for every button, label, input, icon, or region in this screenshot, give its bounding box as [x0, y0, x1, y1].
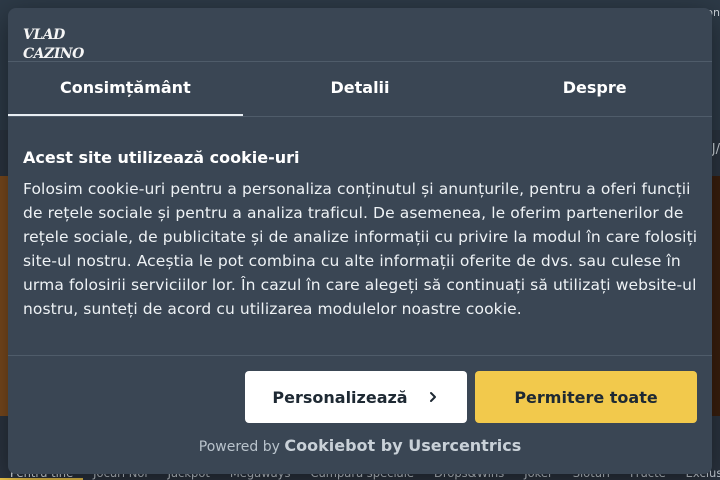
powered-by[interactable]: Powered by Cookiebot by Usercentrics	[8, 436, 712, 455]
powered-by-prefix: Powered by	[198, 439, 280, 455]
tab-details[interactable]: Detalii	[243, 62, 478, 116]
consent-content: Acest site utilizează cookie-uri Folosim…	[23, 148, 703, 321]
allow-all-button-label: Permitere toate	[514, 387, 658, 407]
logo-wordmark: VLAD CAZINO	[23, 27, 84, 62]
tab-consent[interactable]: Consimțământ	[8, 62, 243, 116]
customize-button-label: Personalizează	[272, 387, 408, 407]
divider	[8, 355, 712, 356]
vlad-cazino-logo: VLAD CAZINO	[23, 24, 103, 62]
divider	[8, 116, 712, 117]
page-fragment-tag: J/	[711, 142, 720, 157]
chevron-right-icon	[429, 392, 436, 402]
customize-button[interactable]: Personalizează	[245, 371, 467, 423]
consent-body: Folosim cookie-uri pentru a personaliza …	[23, 180, 698, 318]
consent-heading: Acest site utilizează cookie-uri	[23, 148, 300, 167]
allow-all-button[interactable]: Permitere toate	[475, 371, 697, 423]
consent-tabs: Consimțământ Detalii Despre	[8, 62, 712, 116]
tab-about[interactable]: Despre	[477, 62, 712, 116]
cookie-consent-dialog: VLAD CAZINO Consimțământ Detalii Despre …	[8, 8, 712, 474]
cookiebot-brand: Cookiebot by Usercentrics	[284, 436, 522, 455]
